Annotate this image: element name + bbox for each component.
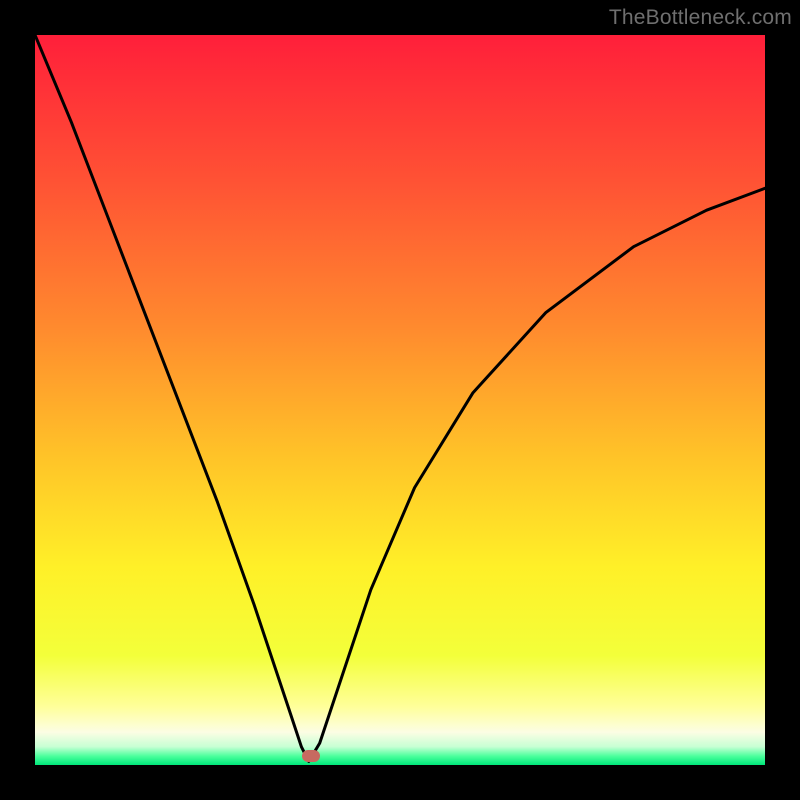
- minimum-marker: [302, 750, 320, 762]
- bottleneck-curve: [35, 35, 765, 765]
- watermark-text: TheBottleneck.com: [609, 6, 792, 30]
- plot-area: [35, 35, 765, 765]
- chart-frame: TheBottleneck.com: [0, 0, 800, 800]
